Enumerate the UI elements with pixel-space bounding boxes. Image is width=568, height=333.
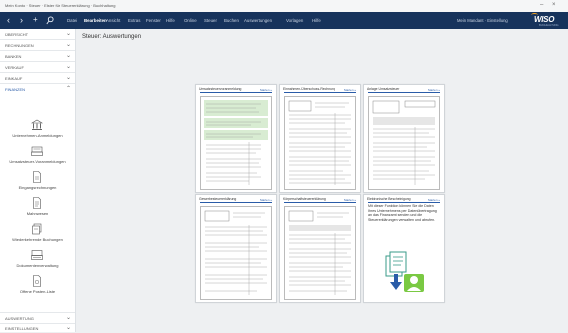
sidebar-item-label: Wiederkehrende Buchungen (12, 237, 63, 242)
card-title: Anlage Umsatzsteuer (367, 87, 400, 91)
card-einnahmen-ueberschuss[interactable]: Einnahmen-Überschuss-Rechnung Starten » (279, 84, 361, 193)
logo-text: WISO (534, 15, 555, 24)
chevron-down-icon: ⌄ (66, 31, 72, 37)
menu-item-ansicht[interactable]: Ansicht (106, 18, 120, 23)
sidebar-item-eingangsrechnungen[interactable]: Eingangsrechnungen (0, 170, 75, 196)
sidebar-item-dokumentenverwaltung[interactable]: Dokumentenverwaltung (0, 248, 75, 274)
document-icon (33, 275, 41, 287)
card-title: Einnahmen-Überschuss-Rechnung (283, 87, 335, 91)
menu-item-buchen[interactable]: Buchen (224, 18, 239, 23)
menu-bar: ‹ › + Datei Bearbeiten Ansicht Extras Fe… (0, 12, 568, 29)
back-icon[interactable]: ‹ (7, 15, 10, 25)
sidebar-item-label: Unternehmen-Anmeldungen (12, 133, 63, 138)
card-underline (200, 202, 272, 203)
card-gewerbesteuererklaerung[interactable]: Gewerbesteuererklärung Starten » (195, 194, 277, 303)
sidebar-item-unternehmen[interactable]: Unternehmen-Anmeldungen (0, 118, 75, 144)
card-underline (368, 92, 440, 93)
menu-item-bearbeiten[interactable]: Bearbeiten (84, 18, 107, 23)
card-title: Gewerbesteuererklärung (199, 197, 237, 201)
chevron-up-icon: ⌃ (66, 86, 72, 92)
sidebar-section-finanzen[interactable]: Finanzen ⌃ (0, 84, 75, 94)
chevron-down-icon: ⌄ (66, 75, 72, 81)
card-underline (200, 92, 272, 93)
section-label: Auswertung (5, 316, 34, 321)
card-umsatzsteuervoranmeldung[interactable]: Umsatzsteuervoranmeldung Starten » (195, 84, 277, 193)
card-title: Umsatzsteuervoranmeldung (199, 87, 242, 91)
close-icon[interactable]: × (552, 2, 556, 8)
document-transfer-icon (385, 251, 424, 292)
sidebar-section-uebersicht[interactable]: Übersicht ⌄ (0, 29, 75, 40)
document-icon (33, 197, 41, 209)
section-label: Einkauf (5, 76, 23, 81)
card-elektronische-bescheinigung[interactable]: Elektronische Bescheinigung Starten » Mi… (363, 194, 445, 303)
minimize-icon[interactable]: – (540, 2, 543, 8)
form-preview-image (200, 96, 272, 190)
page-title: Steuer: Auswertungen (82, 34, 142, 40)
card-title: Körperschaftsteuererklärung (283, 197, 326, 201)
chevron-down-icon: ⌄ (66, 325, 72, 331)
sidebar-section-banken[interactable]: Banken ⌄ (0, 51, 75, 62)
window-title: Mein Konto · Steuer · Elster für Steuere… (5, 3, 116, 8)
section-label: Finanzen (5, 87, 25, 92)
card-description: Mit dieser Funktion können Sie die Daten… (368, 204, 437, 222)
menu-item-extras[interactable]: Extras (128, 18, 140, 23)
card-underline (284, 202, 356, 203)
menu-item-help[interactable]: Hilfe (312, 18, 321, 23)
form-preview-image (284, 96, 356, 190)
section-label: Banken (5, 54, 22, 59)
forward-icon[interactable]: › (20, 15, 23, 25)
sidebar-item-offene-posten[interactable]: Offene Posten-Liste (0, 274, 75, 300)
card-underline (284, 92, 356, 93)
menu-item-auswertungen[interactable]: Auswertungen (244, 18, 272, 23)
chevron-down-icon: ⌄ (66, 42, 72, 48)
card-koerperschaftsteuererklaerung[interactable]: Körperschaftsteuererklärung Starten » (279, 194, 361, 303)
menu-item-hilfe[interactable]: Hilfe (166, 18, 175, 23)
bank-icon (31, 119, 43, 130)
card-title: Elektronische Bescheinigung (367, 197, 411, 201)
sidebar-item-label: Umsatzsteuer-Voranmeldungen (9, 159, 66, 164)
menu-item-datei[interactable]: Datei (67, 18, 77, 23)
title-bar: Mein Konto · Steuer · Elster für Steuere… (0, 0, 568, 12)
sidebar-section-verkauf[interactable]: Verkauf ⌄ (0, 62, 75, 73)
sidebar-item-wiederkehrende-buchungen[interactable]: Wiederkehrende Buchungen (0, 222, 75, 248)
form-preview-image (284, 206, 356, 300)
user-menu[interactable]: Mein Mandant · Einstellung (457, 18, 508, 23)
menu-item-online[interactable]: Online (184, 18, 197, 23)
register-icon (31, 146, 43, 156)
card-anlage-umsatzsteuer[interactable]: Anlage Umsatzsteuer Starten » (363, 84, 445, 193)
sidebar-section-einkauf[interactable]: Einkauf ⌄ (0, 73, 75, 84)
plus-icon[interactable]: + (33, 15, 38, 25)
chevron-down-icon: ⌄ (66, 53, 72, 59)
section-label: Übersicht (5, 32, 29, 37)
stack-icon (32, 223, 42, 235)
register-icon (31, 250, 43, 260)
menu-item-steuer[interactable]: Steuer (204, 18, 217, 23)
chevron-down-icon: ⌄ (66, 315, 72, 321)
section-label: Rechnungen (5, 43, 34, 48)
sidebar: Übersicht ⌄ Rechnungen ⌄ Banken ⌄ Verkauf ⌄ … (0, 29, 76, 332)
search-icon[interactable] (46, 16, 54, 25)
sidebar-item-label: Dokumentenverwaltung (16, 263, 59, 268)
menu-item-vorlagen[interactable]: Vorlagen (286, 18, 303, 23)
sidebar-item-mahnwesen[interactable]: Mahnwesen (0, 196, 75, 222)
chevron-down-icon: ⌄ (66, 64, 72, 70)
sidebar-item-label: Mahnwesen (26, 211, 49, 216)
form-preview-image (368, 96, 440, 190)
section-label: Verkauf (5, 65, 24, 70)
section-label: Einstellungen (5, 326, 39, 331)
form-preview-image (200, 206, 272, 300)
sidebar-section-rechnungen[interactable]: Rechnungen ⌄ (0, 40, 75, 51)
card-underline (368, 202, 440, 203)
app-logo: WISO BUCHHALTUNG (531, 13, 562, 28)
sidebar-item-label: Eingangsrechnungen (18, 185, 57, 190)
document-icon (33, 171, 41, 183)
sidebar-item-label: Offene Posten-Liste (19, 289, 56, 294)
main-content: Steuer: Auswertungen Umsatzsteuervoranme… (76, 29, 568, 332)
menu-item-fenster[interactable]: Fenster (146, 18, 161, 23)
logo-subtext: BUCHHALTUNG (539, 24, 559, 27)
sidebar-item-ust-voranmeldungen[interactable]: Umsatzsteuer-Voranmeldungen (0, 144, 75, 170)
